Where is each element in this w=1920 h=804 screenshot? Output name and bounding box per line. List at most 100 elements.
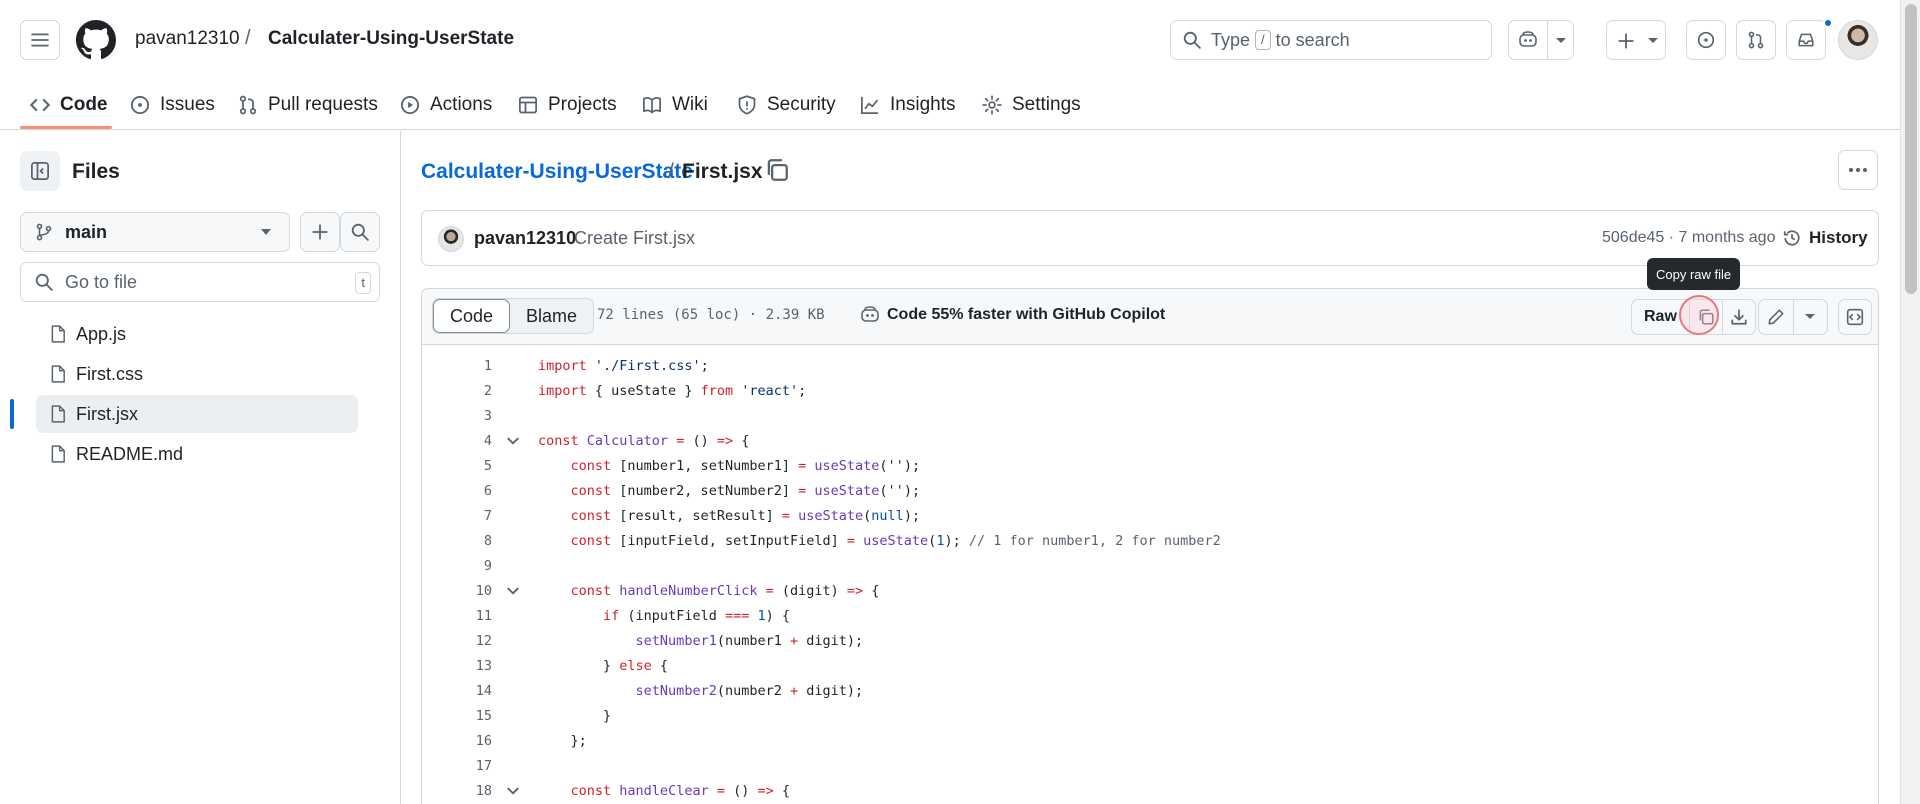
breadcrumb-repo-link[interactable]: Calculater-Using-UserState bbox=[421, 160, 693, 184]
commit-meta[interactable]: 506de45 · 7 months ago bbox=[1602, 229, 1775, 247]
fold-chevron-icon[interactable] bbox=[506, 434, 520, 448]
search-icon bbox=[35, 273, 53, 291]
line-number[interactable]: 8 bbox=[432, 533, 492, 549]
line-number[interactable]: 10 bbox=[432, 583, 492, 599]
line-number[interactable]: 1 bbox=[432, 358, 492, 374]
file-icon bbox=[51, 325, 65, 343]
tab-security[interactable]: Security bbox=[737, 80, 836, 130]
chevron-down-icon bbox=[1648, 38, 1658, 43]
fold-chevron-icon[interactable] bbox=[506, 584, 520, 598]
cursor-highlight bbox=[1679, 295, 1719, 335]
line-number[interactable]: 18 bbox=[432, 783, 492, 799]
repo-name-link[interactable]: Calculater-Using-UserState bbox=[268, 28, 514, 50]
copy-raw-file-tooltip: Copy raw file bbox=[1647, 258, 1741, 290]
go-to-file-input[interactable]: Go to file t bbox=[20, 262, 380, 302]
line-number[interactable]: 7 bbox=[432, 508, 492, 524]
code-text: import './First.css'; bbox=[538, 357, 709, 374]
sidebar-collapse-icon bbox=[31, 162, 49, 180]
repo-owner-link[interactable]: pavan12310 bbox=[135, 28, 240, 50]
tab-issues[interactable]: Issues bbox=[130, 80, 215, 130]
history-icon bbox=[1783, 230, 1800, 246]
pencil-icon bbox=[1768, 309, 1784, 325]
code-line: 11 if (inputField === 1) { bbox=[422, 603, 1878, 628]
add-file-button[interactable] bbox=[300, 212, 340, 252]
file-item-app-js[interactable]: App.js bbox=[36, 315, 358, 353]
inbox-button[interactable] bbox=[1786, 20, 1826, 60]
tab-projects[interactable]: Projects bbox=[518, 80, 617, 130]
file-item-readme-md[interactable]: README.md bbox=[36, 435, 358, 473]
file-item-label: README.md bbox=[76, 443, 184, 464]
commit-message[interactable]: Create First.jsx bbox=[574, 228, 695, 249]
history-button[interactable]: History bbox=[1783, 228, 1868, 248]
commit-author[interactable]: pavan12310 bbox=[474, 228, 576, 249]
code-view-tab[interactable]: Code bbox=[433, 299, 511, 333]
line-number[interactable]: 2 bbox=[432, 383, 492, 399]
repo-nav: Code Issues Pull requests Actions Projec… bbox=[0, 80, 1900, 130]
branch-selector[interactable]: main bbox=[20, 212, 290, 252]
line-number[interactable]: 12 bbox=[432, 633, 492, 649]
file-viewer: Code Blame 72 lines (65 loc) · 2.39 KB C… bbox=[421, 288, 1879, 804]
edit-file-button[interactable] bbox=[1759, 300, 1793, 334]
tab-code[interactable]: Code bbox=[30, 80, 108, 130]
code-text: const handleNumberClick = (digit) => { bbox=[570, 582, 880, 599]
gear-icon bbox=[982, 95, 1002, 115]
pull-requests-button[interactable] bbox=[1736, 20, 1776, 60]
line-number[interactable]: 14 bbox=[432, 683, 492, 699]
user-avatar[interactable] bbox=[1838, 20, 1878, 60]
tab-actions[interactable]: Actions bbox=[400, 80, 492, 130]
symbols-panel-button[interactable] bbox=[1838, 299, 1872, 335]
blame-view-tab[interactable]: Blame bbox=[510, 299, 593, 333]
line-number[interactable]: 15 bbox=[432, 708, 492, 724]
code-line: 2 import { useState } from 'react'; bbox=[422, 378, 1878, 403]
line-number[interactable]: 13 bbox=[432, 658, 492, 674]
line-number[interactable]: 16 bbox=[432, 733, 492, 749]
commit-author-avatar[interactable] bbox=[438, 226, 464, 252]
search-input[interactable]: Type / to search bbox=[1170, 20, 1492, 60]
download-raw-file-button[interactable] bbox=[1723, 300, 1755, 334]
line-number[interactable]: 11 bbox=[432, 608, 492, 624]
file-item-first-jsx[interactable]: First.jsx bbox=[36, 395, 358, 433]
tab-settings[interactable]: Settings bbox=[982, 80, 1081, 130]
file-item-label: First.jsx bbox=[76, 403, 138, 424]
code-line: 3 bbox=[422, 403, 1878, 428]
fold-chevron-icon[interactable] bbox=[506, 784, 520, 798]
issue-icon bbox=[130, 95, 150, 115]
search-files-button[interactable] bbox=[340, 212, 380, 252]
code-square-icon bbox=[1846, 308, 1864, 326]
tab-wiki[interactable]: Wiki bbox=[642, 80, 708, 130]
scrollbar-thumb[interactable] bbox=[1905, 4, 1917, 294]
pull-request-icon bbox=[1748, 31, 1764, 49]
tab-pull-requests[interactable]: Pull requests bbox=[238, 80, 378, 130]
line-number[interactable]: 3 bbox=[432, 408, 492, 424]
chevron-down-icon bbox=[1805, 314, 1816, 319]
go-to-file-shortcut: t bbox=[355, 272, 371, 294]
github-logo-icon[interactable] bbox=[76, 20, 116, 60]
copy-path-icon[interactable] bbox=[764, 157, 790, 183]
line-number[interactable]: 6 bbox=[432, 483, 492, 499]
more-options-button[interactable] bbox=[1838, 150, 1878, 190]
code-line: 17 bbox=[422, 753, 1878, 778]
line-number[interactable]: 5 bbox=[432, 458, 492, 474]
code-line: 10 const handleNumberClick = (digit) => … bbox=[422, 578, 1878, 603]
tab-settings-label: Settings bbox=[1012, 94, 1081, 115]
code-text: } else { bbox=[538, 657, 669, 674]
menu-button[interactable] bbox=[20, 20, 60, 60]
active-tab-underline bbox=[20, 126, 112, 129]
copilot-menu-button[interactable] bbox=[1508, 20, 1574, 60]
search-shortcut-key: / bbox=[1255, 30, 1271, 50]
tab-pull-requests-label: Pull requests bbox=[268, 94, 378, 115]
code-icon bbox=[30, 99, 50, 111]
issues-button[interactable] bbox=[1686, 20, 1726, 60]
file-info: 72 lines (65 loc) · 2.39 KB bbox=[597, 307, 825, 323]
create-new-button[interactable] bbox=[1606, 20, 1666, 60]
file-item-first-css[interactable]: First.css bbox=[36, 355, 358, 393]
copilot-promo-link[interactable]: Code 55% faster with GitHub Copilot bbox=[860, 306, 1165, 324]
tab-security-label: Security bbox=[767, 94, 836, 115]
edit-options-dropdown[interactable] bbox=[1793, 300, 1827, 334]
page-scrollbar[interactable] bbox=[1900, 0, 1920, 804]
line-number[interactable]: 4 bbox=[432, 433, 492, 449]
line-number[interactable]: 17 bbox=[432, 758, 492, 774]
tab-insights[interactable]: Insights bbox=[860, 80, 955, 130]
collapse-sidebar-button[interactable] bbox=[20, 151, 60, 191]
line-number[interactable]: 9 bbox=[432, 558, 492, 574]
